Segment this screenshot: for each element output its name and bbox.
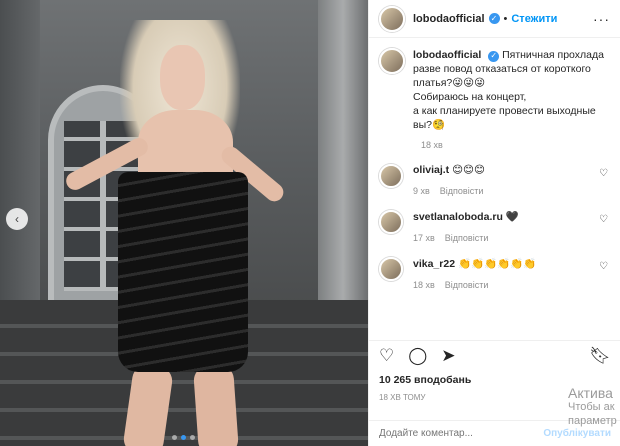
windows-activation-watermark: Актива Чтобы ак параметр bbox=[568, 386, 617, 428]
carousel-dot-active bbox=[181, 435, 186, 440]
caption-line: вы?🧐 bbox=[413, 119, 446, 131]
avatar[interactable] bbox=[379, 5, 405, 32]
post-header: lobodaofficial ✓ • Стежити ··· bbox=[369, 0, 620, 38]
chevron-left-icon: ‹ bbox=[15, 212, 19, 226]
verified-icon: ✓ bbox=[488, 13, 500, 24]
avatar[interactable] bbox=[379, 210, 403, 234]
heart-icon[interactable]: ♡ bbox=[599, 214, 608, 225]
watermark-line: параметр bbox=[568, 415, 617, 427]
avatar[interactable] bbox=[379, 48, 405, 74]
watermark-line: Актива bbox=[568, 385, 613, 401]
heart-icon[interactable]: ♡ bbox=[599, 261, 608, 272]
carousel-dots bbox=[172, 435, 195, 440]
list-item: vika_r22 👏👏👏👏👏👏 18 хв Відповісти ♡ bbox=[379, 257, 610, 290]
caption-time: 18 хв bbox=[421, 140, 443, 150]
comment-input[interactable] bbox=[379, 428, 529, 439]
post-sidebar: lobodaofficial ✓ • Стежити ··· lobodaoff… bbox=[368, 0, 620, 446]
watermark-line: Чтобы ак bbox=[568, 401, 615, 413]
post-time: 18 хв тому bbox=[379, 393, 426, 402]
carousel-prev-button[interactable]: ‹ bbox=[6, 208, 28, 230]
more-horizontal-icon[interactable]: ··· bbox=[593, 11, 610, 27]
photo-leg-right bbox=[192, 363, 240, 446]
caption-text: lobodaofficial ✓ Пятничная прохлада разв… bbox=[413, 48, 604, 132]
comment-username[interactable]: vika_r22 bbox=[413, 258, 455, 270]
caption-line: Собираюсь на концерт, bbox=[413, 91, 527, 103]
heart-icon[interactable]: ♡ bbox=[379, 347, 394, 364]
share-icon[interactable]: ➤ bbox=[441, 347, 455, 364]
reply-button[interactable]: Відповісти bbox=[445, 280, 489, 290]
reply-button[interactable]: Відповісти bbox=[445, 233, 489, 243]
action-bar: ♡ ◯ ➤ 🔖︎ bbox=[369, 340, 620, 370]
carousel-dot bbox=[190, 435, 195, 440]
comment-text: 👏👏👏👏👏👏 bbox=[457, 258, 537, 270]
caption-line: а как планируете провести выходные bbox=[413, 105, 596, 117]
caption-line: разве повод отказаться от короткого bbox=[413, 63, 591, 75]
comment-username[interactable]: svetlanaloboda.ru bbox=[413, 211, 503, 223]
photo-face bbox=[160, 45, 205, 110]
comment-text: 😊😊😊 bbox=[452, 164, 485, 176]
caption-username[interactable]: lobodaofficial bbox=[413, 49, 481, 61]
reply-button[interactable]: Відповісти bbox=[440, 186, 484, 196]
verified-icon: ✓ bbox=[488, 50, 500, 62]
caption-line: платья?😜😜😜 bbox=[413, 77, 486, 89]
likes-count[interactable]: 10 265 вподобань bbox=[379, 374, 471, 386]
list-item: oliviaj.t 😊😊😊 9 хв Відповісти ♡ bbox=[379, 164, 610, 196]
photo-dress bbox=[118, 172, 248, 372]
header-separator: • bbox=[503, 12, 508, 25]
heart-icon[interactable]: ♡ bbox=[599, 168, 608, 179]
list-item: svetlanaloboda.ru 🖤 17 хв Відповісти ♡ bbox=[379, 210, 610, 243]
caption-line: Пятничная прохлада bbox=[502, 49, 604, 61]
comments-list: lobodaofficial ✓ Пятничная прохлада разв… bbox=[369, 38, 620, 290]
comment-time: 9 хв bbox=[413, 186, 430, 196]
avatar[interactable] bbox=[379, 164, 403, 188]
carousel-dot bbox=[172, 435, 177, 440]
bookmark-icon[interactable]: 🔖︎ bbox=[589, 347, 611, 364]
follow-button[interactable]: Стежити bbox=[511, 13, 557, 25]
comment-time: 18 хв bbox=[413, 280, 435, 290]
header-username[interactable]: lobodaofficial bbox=[413, 13, 485, 25]
publish-button[interactable]: Опублікувати bbox=[543, 428, 611, 439]
photo-column bbox=[318, 0, 368, 340]
comment-text: 🖤 bbox=[505, 211, 519, 223]
caption: lobodaofficial ✓ Пятничная прохлада разв… bbox=[379, 48, 610, 132]
avatar[interactable] bbox=[379, 257, 403, 281]
post-photo[interactable] bbox=[0, 0, 368, 446]
comment-time: 17 хв bbox=[413, 233, 435, 243]
comment-username[interactable]: oliviaj.t bbox=[413, 164, 449, 176]
comment-icon[interactable]: ◯ bbox=[408, 347, 427, 364]
